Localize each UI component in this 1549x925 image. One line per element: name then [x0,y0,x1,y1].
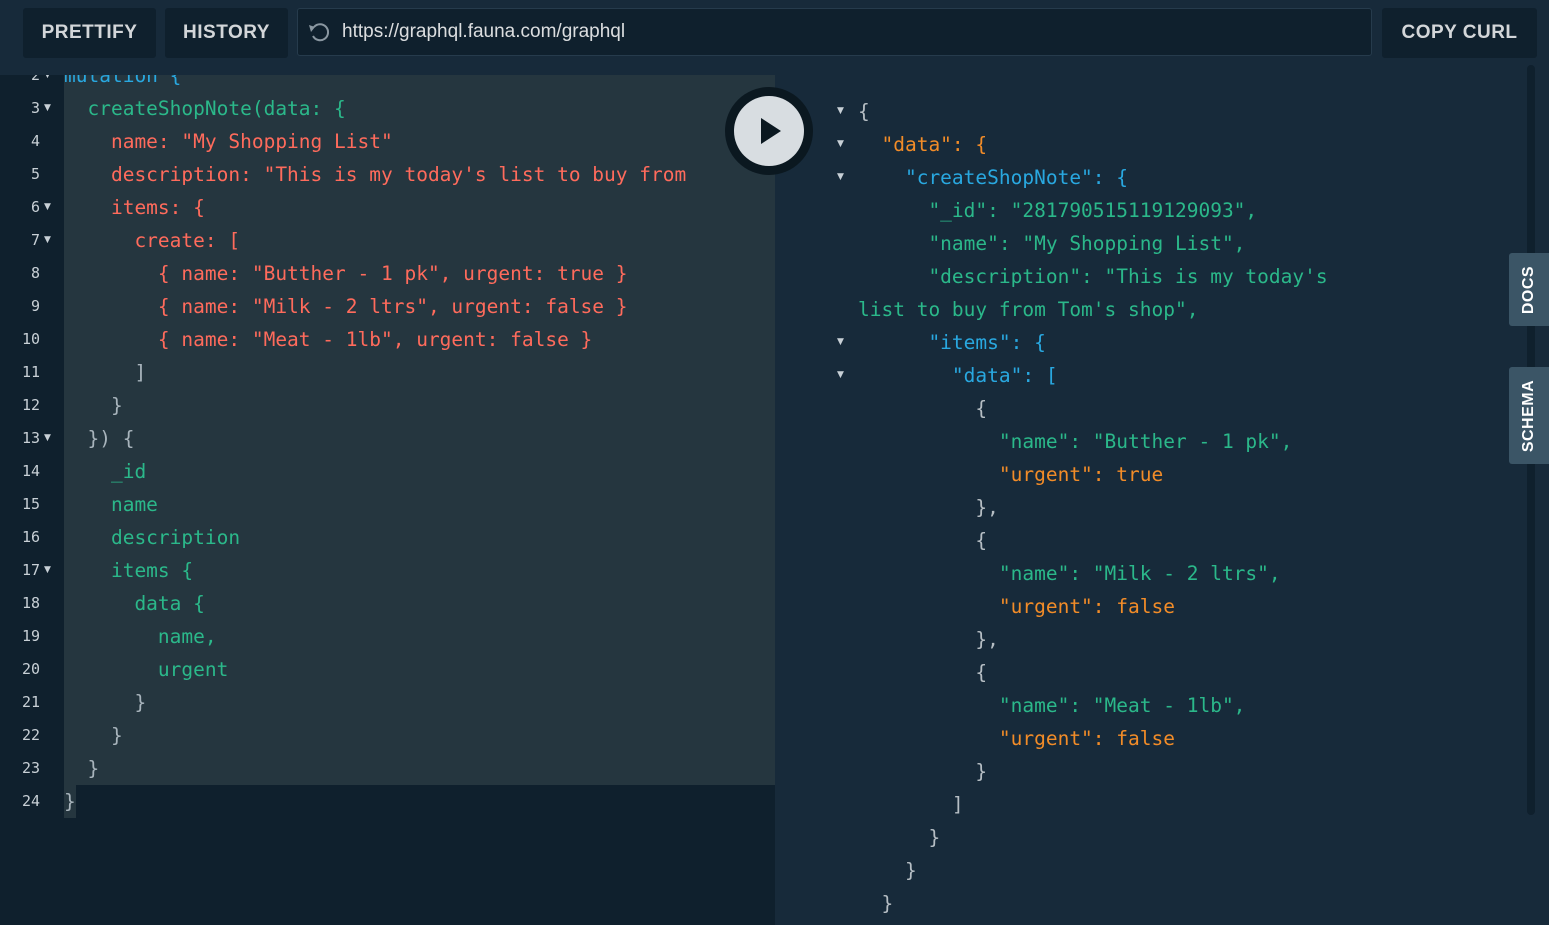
code-line: name, [64,625,217,648]
line-number: 22 [21,726,40,744]
line-number: 16 [21,528,40,546]
code-line: { name: "Butther - 1 pk", urgent: true } [64,262,628,285]
result-line: "items": { [858,331,1046,354]
code-line: name [64,493,158,516]
code-line: { name: "Milk - 2 ltrs", urgent: false } [64,295,628,318]
result-line: "_id": "281790515119129093", [858,199,1258,222]
result-line: "data": [ [858,364,1058,387]
code-line: data { [64,592,205,615]
line-number: 5 [30,165,40,183]
result-line: }, [858,496,999,519]
code-line: description: "This is my today's list to… [64,163,687,186]
line-number: 24 [21,792,40,810]
line-number: 11 [21,363,40,381]
result-line: } [858,760,988,783]
line-number: 14 [21,462,40,480]
fold-arrow-icon[interactable]: ▼ [837,326,844,359]
line-number: 2 [30,75,40,84]
line-number: 19 [21,627,40,645]
code-line: ] [64,361,147,384]
docs-tab[interactable]: DOCS [1509,253,1549,326]
fold-arrow-icon[interactable]: ▼ [44,75,51,92]
fold-arrow-icon[interactable]: ▼ [44,422,51,455]
code-line: } [64,691,147,714]
result-line: { [858,397,988,420]
result-line: "name": "Milk - 2 ltrs", [858,562,1281,585]
result-line: "createShopNote": { [858,166,1129,189]
query-editor[interactable]: 2 3 4 5 6 7 8 9 10 11 12 13 14 15 16 17 … [0,75,775,925]
result-line: } [858,859,917,882]
code-line: } [64,757,100,780]
code-line: urgent [64,658,229,681]
code-line: { name: "Meat - 1lb", urgent: false } [64,328,593,351]
code-line: description [64,526,241,549]
result-line: { [858,661,988,684]
run-query-button[interactable] [725,87,813,175]
line-number: 20 [21,660,40,678]
line-number: 10 [21,330,40,348]
line-number: 23 [21,759,40,777]
fold-arrow-icon[interactable]: ▼ [837,95,844,128]
play-icon [734,96,804,166]
line-number: 17 [21,561,40,579]
fold-arrow-icon[interactable]: ▼ [837,359,844,392]
toolbar: PRETTIFY HISTORY https://graphql.fauna.c… [0,0,1549,75]
result-panel: ▼ ▼ ▼ ▼ ▼ { "data": { "createShopNote": … [775,75,1549,925]
line-number: 7 [30,231,40,249]
code-line: name: "My Shopping List" [64,130,393,153]
docs-tab-label: DOCS [1520,265,1538,314]
result-line: "data": { [858,133,988,156]
code-line: } [64,724,123,747]
result-line: "urgent": false [858,727,1175,750]
code-line: createShopNote(data: { [64,97,346,120]
code-line: items { [64,559,194,582]
result-line: "description": "This is my today's [858,265,1328,288]
code-line: } [64,394,123,417]
result-line: list to buy from Tom's shop", [858,298,1199,321]
line-number: 3 [30,99,40,117]
result-line: }, [858,628,999,651]
code-line: create: [ [64,229,241,252]
line-number: 9 [30,297,40,315]
result-line: "name": "Butther - 1 pk", [858,430,1293,453]
reload-icon[interactable] [298,21,342,43]
code-line: _id [64,460,147,483]
fold-arrow-icon[interactable]: ▼ [837,128,844,161]
history-button[interactable]: HISTORY [165,8,288,58]
fold-arrow-icon[interactable]: ▼ [44,92,51,125]
result-line: { [858,100,870,123]
fold-arrow-icon[interactable]: ▼ [44,554,51,587]
schema-tab[interactable]: SCHEMA [1509,367,1549,464]
line-number: 8 [30,264,40,282]
line-number: 18 [21,594,40,612]
result-line: } [858,892,894,915]
line-number: 6 [30,198,40,216]
fold-arrow-icon[interactable]: ▼ [44,224,51,257]
code-line: } [64,790,76,813]
line-number: 4 [30,132,40,150]
result-line: { [858,529,988,552]
line-number: 12 [21,396,40,414]
fold-arrow-icon[interactable]: ▼ [837,161,844,194]
endpoint-url[interactable]: https://graphql.fauna.com/graphql [342,21,625,43]
result-line: "urgent": false [858,595,1175,618]
result-line: "name": "Meat - 1lb", [858,694,1246,717]
copy-curl-button[interactable]: COPY CURL [1382,8,1537,58]
line-number: 13 [21,429,40,447]
result-line: "urgent": true [858,463,1164,486]
result-line: } [858,826,941,849]
schema-tab-label: SCHEMA [1520,379,1537,452]
endpoint-url-bar[interactable]: https://graphql.fauna.com/graphql [297,8,1372,56]
prettify-button[interactable]: PRETTIFY [23,8,156,58]
code-line: mutation { [64,75,182,87]
result-line: "name": "My Shopping List", [858,232,1246,255]
fold-arrow-icon[interactable]: ▼ [44,191,51,224]
line-number: 21 [21,693,40,711]
code-line: }) { [64,427,135,450]
result-line: ] [858,793,964,816]
line-number: 15 [21,495,40,513]
code-line: items: { [64,196,205,219]
